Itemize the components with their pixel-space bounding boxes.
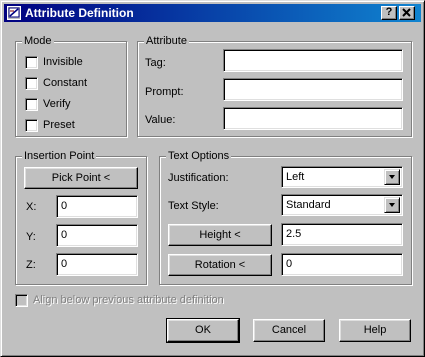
value-input[interactable] — [223, 107, 403, 130]
text-options-group: Text Options Justification: Left Text St… — [159, 149, 412, 285]
align-below-checkbox[interactable] — [15, 294, 28, 307]
height-button[interactable]: Height < — [168, 224, 272, 246]
verify-checkbox[interactable] — [25, 98, 38, 111]
close-button[interactable] — [399, 6, 415, 20]
prompt-input[interactable] — [223, 78, 403, 101]
value-label: Value: — [145, 114, 176, 126]
cancel-button[interactable]: Cancel — [253, 319, 325, 342]
text-options-group-title: Text Options — [166, 149, 232, 163]
chevron-down-icon[interactable] — [384, 169, 400, 185]
ok-button[interactable]: OK — [166, 318, 240, 343]
z-label: Z: — [26, 259, 36, 271]
insertion-point-group: Insertion Point Pick Point < X: 0 Y: 0 Z… — [15, 149, 147, 285]
x-input[interactable]: 0 — [56, 195, 138, 218]
preset-checkbox[interactable] — [25, 119, 38, 132]
prompt-label: Prompt: — [145, 86, 184, 98]
height-input[interactable]: 2.5 — [281, 223, 403, 246]
title-bar[interactable]: Attribute Definition ? — [4, 4, 421, 22]
app-icon — [7, 6, 21, 20]
justification-value: Left — [286, 171, 305, 183]
attribute-definition-dialog: Attribute Definition ? Mode Invisible Co… — [0, 0, 425, 357]
constant-checkbox[interactable] — [25, 77, 38, 90]
close-icon — [402, 8, 411, 17]
tag-input[interactable] — [223, 49, 403, 72]
text-style-label: Text Style: — [168, 200, 219, 212]
x-label: X: — [26, 201, 37, 213]
constant-label: Constant — [43, 77, 88, 89]
z-input[interactable]: 0 — [56, 253, 138, 276]
pick-point-button[interactable]: Pick Point < — [24, 167, 138, 189]
justification-select[interactable]: Left — [281, 166, 403, 188]
attribute-group-title: Attribute — [144, 34, 189, 48]
verify-label: Verify — [43, 98, 71, 110]
rotation-input[interactable]: 0 — [281, 253, 403, 276]
mode-group: Mode Invisible Constant Verify Preset — [15, 34, 127, 137]
text-style-select[interactable]: Standard — [281, 194, 403, 216]
preset-label: Preset — [43, 119, 75, 131]
mode-group-title: Mode — [22, 34, 54, 48]
attribute-group: Attribute Tag: Prompt: Value: — [137, 34, 412, 137]
invisible-label: Invisible — [43, 56, 83, 68]
text-style-value: Standard — [286, 199, 331, 211]
y-input[interactable]: 0 — [56, 224, 138, 247]
invisible-checkbox[interactable] — [25, 56, 38, 69]
window-title: Attribute Definition — [25, 6, 134, 20]
rotation-button[interactable]: Rotation < — [168, 254, 272, 276]
chevron-down-icon[interactable] — [384, 197, 400, 213]
insertion-point-group-title: Insertion Point — [22, 149, 97, 163]
align-below-label: Align below previous attribute definitio… — [33, 294, 224, 306]
y-label: Y: — [26, 231, 36, 243]
help-button[interactable]: Help — [339, 319, 411, 342]
tag-label: Tag: — [145, 57, 166, 69]
help-title-button[interactable]: ? — [381, 6, 397, 20]
justification-label: Justification: — [168, 172, 229, 184]
